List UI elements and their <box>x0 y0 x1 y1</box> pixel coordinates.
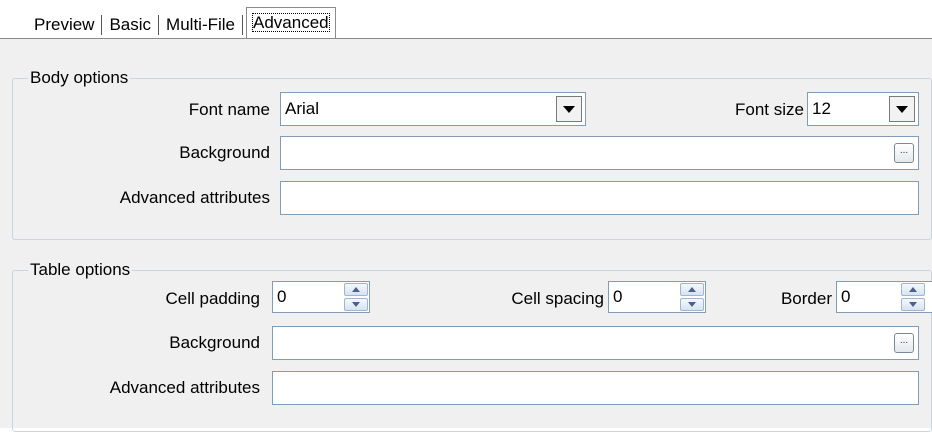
font-size-label: Font size <box>735 100 804 119</box>
table-advanced-attributes-input[interactable] <box>272 371 919 405</box>
font-name-select[interactable]: Arial <box>280 92 586 126</box>
spin-down-icon[interactable] <box>344 298 368 311</box>
cell-spacing-spinner[interactable]: 0 <box>608 281 706 313</box>
spin-down-icon[interactable] <box>680 298 704 311</box>
font-name-value: Arial <box>285 99 320 118</box>
table-background-input[interactable]: ... <box>272 326 919 360</box>
tab-multi-file[interactable]: Multi-File <box>162 12 239 38</box>
tab-divider <box>101 15 103 35</box>
tab-advanced[interactable]: Advanced <box>246 7 336 38</box>
font-name-label: Font name <box>188 100 270 119</box>
tab-advanced-label: Advanced <box>252 13 330 32</box>
body-advanced-attributes-label: Advanced attributes <box>119 188 270 207</box>
spin-up-icon[interactable] <box>344 283 368 296</box>
border-spin-buttons[interactable] <box>901 283 925 311</box>
border-spinner[interactable]: 0 <box>836 281 932 313</box>
cell-padding-spinner[interactable]: 0 <box>272 281 370 313</box>
border-value: 0 <box>841 287 851 306</box>
cell-spacing-spin-buttons[interactable] <box>680 283 704 311</box>
tab-divider <box>158 15 160 35</box>
body-background-label: Background <box>179 143 270 162</box>
border-label: Border <box>780 289 832 308</box>
table-options-title: Table options <box>28 260 133 280</box>
cell-padding-label: Cell padding <box>165 289 260 308</box>
cell-padding-value: 0 <box>277 287 287 306</box>
spin-up-icon[interactable] <box>680 283 704 296</box>
cell-spacing-label: Cell spacing <box>511 289 604 308</box>
spin-down-icon[interactable] <box>901 298 925 311</box>
body-background-input[interactable]: ... <box>280 136 919 170</box>
font-size-select[interactable]: 12 <box>807 92 919 126</box>
browse-ellipsis-button[interactable]: ... <box>894 143 914 163</box>
body-options-title: Body options <box>28 68 131 88</box>
spin-up-icon[interactable] <box>901 283 925 296</box>
table-advanced-attributes-label: Advanced attributes <box>109 378 260 397</box>
cell-padding-spin-buttons[interactable] <box>344 283 368 311</box>
tab-strip: Preview Basic Multi-File Advanced <box>30 7 336 38</box>
font-size-value: 12 <box>812 99 831 118</box>
tab-preview[interactable]: Preview <box>30 12 98 38</box>
browse-ellipsis-button[interactable]: ... <box>894 333 914 353</box>
tab-divider <box>242 15 243 35</box>
chevron-down-icon[interactable] <box>556 96 582 122</box>
advanced-panel: Body options Font name Arial Font size 1… <box>0 38 932 432</box>
body-advanced-attributes-input[interactable] <box>280 181 919 215</box>
cell-spacing-value: 0 <box>613 287 623 306</box>
tab-basic[interactable]: Basic <box>105 12 155 38</box>
table-background-label: Background <box>169 333 260 352</box>
chevron-down-icon[interactable] <box>889 96 915 122</box>
